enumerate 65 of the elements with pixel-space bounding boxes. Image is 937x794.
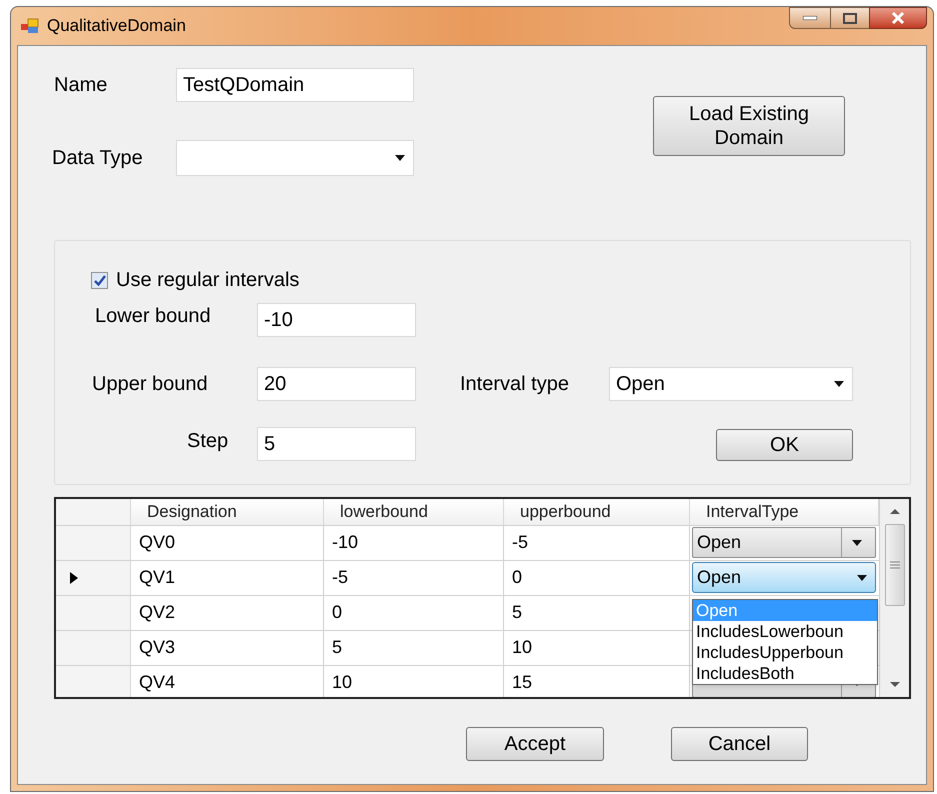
table-cell: 10 bbox=[324, 666, 504, 697]
row-header[interactable] bbox=[56, 526, 131, 560]
cell-dropdown[interactable]: Open bbox=[692, 527, 876, 558]
table-cell: -5 bbox=[504, 526, 690, 560]
step-field[interactable]: 5 bbox=[257, 427, 416, 461]
accept-button[interactable]: Accept bbox=[466, 727, 604, 761]
table-cell: QV1 bbox=[131, 560, 324, 594]
table-cell: 0 bbox=[504, 560, 690, 594]
row-header[interactable] bbox=[56, 666, 131, 697]
cell-dropdown[interactable]: Open bbox=[692, 562, 876, 593]
dropdown-option[interactable]: IncludesBoth bbox=[693, 663, 877, 684]
scrollbar-thumb[interactable] bbox=[884, 524, 904, 606]
data-type-label: Data Type bbox=[51, 146, 144, 171]
dropdown-arrow-icon bbox=[395, 155, 405, 161]
scroll-up-arrow-icon[interactable] bbox=[890, 509, 900, 514]
dropdown-option[interactable]: IncludesLowerboun bbox=[693, 621, 877, 642]
app-icon bbox=[21, 18, 39, 34]
interval-type-dropdown[interactable]: Open bbox=[609, 367, 853, 401]
scroll-down-arrow-icon[interactable] bbox=[890, 682, 900, 687]
table-cell: 5 bbox=[324, 630, 504, 664]
ok-button[interactable]: OK bbox=[716, 429, 853, 461]
regular-intervals-label: Use regular intervals bbox=[116, 268, 300, 293]
table-cell: 5 bbox=[504, 596, 690, 630]
dropdown-arrow-icon bbox=[852, 540, 862, 546]
name-label: Name bbox=[53, 73, 108, 98]
upper-bound-field[interactable]: 20 bbox=[257, 367, 416, 401]
table-cell: 15 bbox=[504, 666, 690, 697]
checkmark-icon bbox=[94, 274, 106, 286]
maximize-button[interactable] bbox=[831, 7, 869, 29]
lower-bound-label: Lower bound bbox=[94, 304, 212, 329]
table-cell: QV0 bbox=[131, 526, 324, 560]
row-header[interactable] bbox=[56, 596, 131, 630]
maximize-icon bbox=[843, 12, 857, 24]
upper-bound-label: Upper bound bbox=[91, 372, 209, 397]
column-header[interactable]: upperbound bbox=[504, 499, 690, 524]
row-header[interactable] bbox=[56, 630, 131, 664]
regular-intervals-checkbox[interactable] bbox=[91, 272, 108, 288]
table-cell: -10 bbox=[324, 526, 504, 560]
lower-bound-field[interactable]: -10 bbox=[257, 303, 416, 337]
name-field[interactable]: TestQDomain bbox=[176, 68, 414, 102]
column-header[interactable]: Designation bbox=[131, 499, 324, 524]
table-cell: QV4 bbox=[131, 666, 324, 697]
cancel-button[interactable]: Cancel bbox=[671, 727, 808, 761]
close-button[interactable] bbox=[869, 7, 927, 29]
load-existing-domain-button[interactable]: Load Existing Domain bbox=[653, 96, 845, 156]
table-cell: 10 bbox=[504, 630, 690, 664]
dropdown-option[interactable]: IncludesUpperboun bbox=[693, 642, 877, 663]
table-cell: 0 bbox=[324, 596, 504, 630]
minimize-icon bbox=[803, 16, 817, 20]
column-header[interactable]: IntervalType bbox=[690, 499, 879, 524]
dropdown-arrow-icon bbox=[834, 381, 844, 387]
window-title: QualitativeDomain bbox=[47, 15, 186, 38]
grip-icon bbox=[890, 561, 900, 569]
data-type-dropdown[interactable] bbox=[176, 140, 414, 176]
step-label: Step bbox=[186, 429, 230, 454]
minimize-button[interactable] bbox=[789, 7, 831, 29]
dropdown-arrow-icon bbox=[857, 574, 867, 580]
table-cell: QV3 bbox=[131, 630, 324, 664]
table-cell: QV2 bbox=[131, 596, 324, 630]
table-cell: -5 bbox=[324, 560, 504, 594]
close-icon bbox=[891, 12, 905, 24]
column-header[interactable]: lowerbound bbox=[324, 499, 504, 524]
current-row-indicator-icon bbox=[70, 572, 78, 584]
row-header[interactable] bbox=[56, 560, 131, 594]
interval-type-label: Interval type bbox=[460, 372, 570, 397]
